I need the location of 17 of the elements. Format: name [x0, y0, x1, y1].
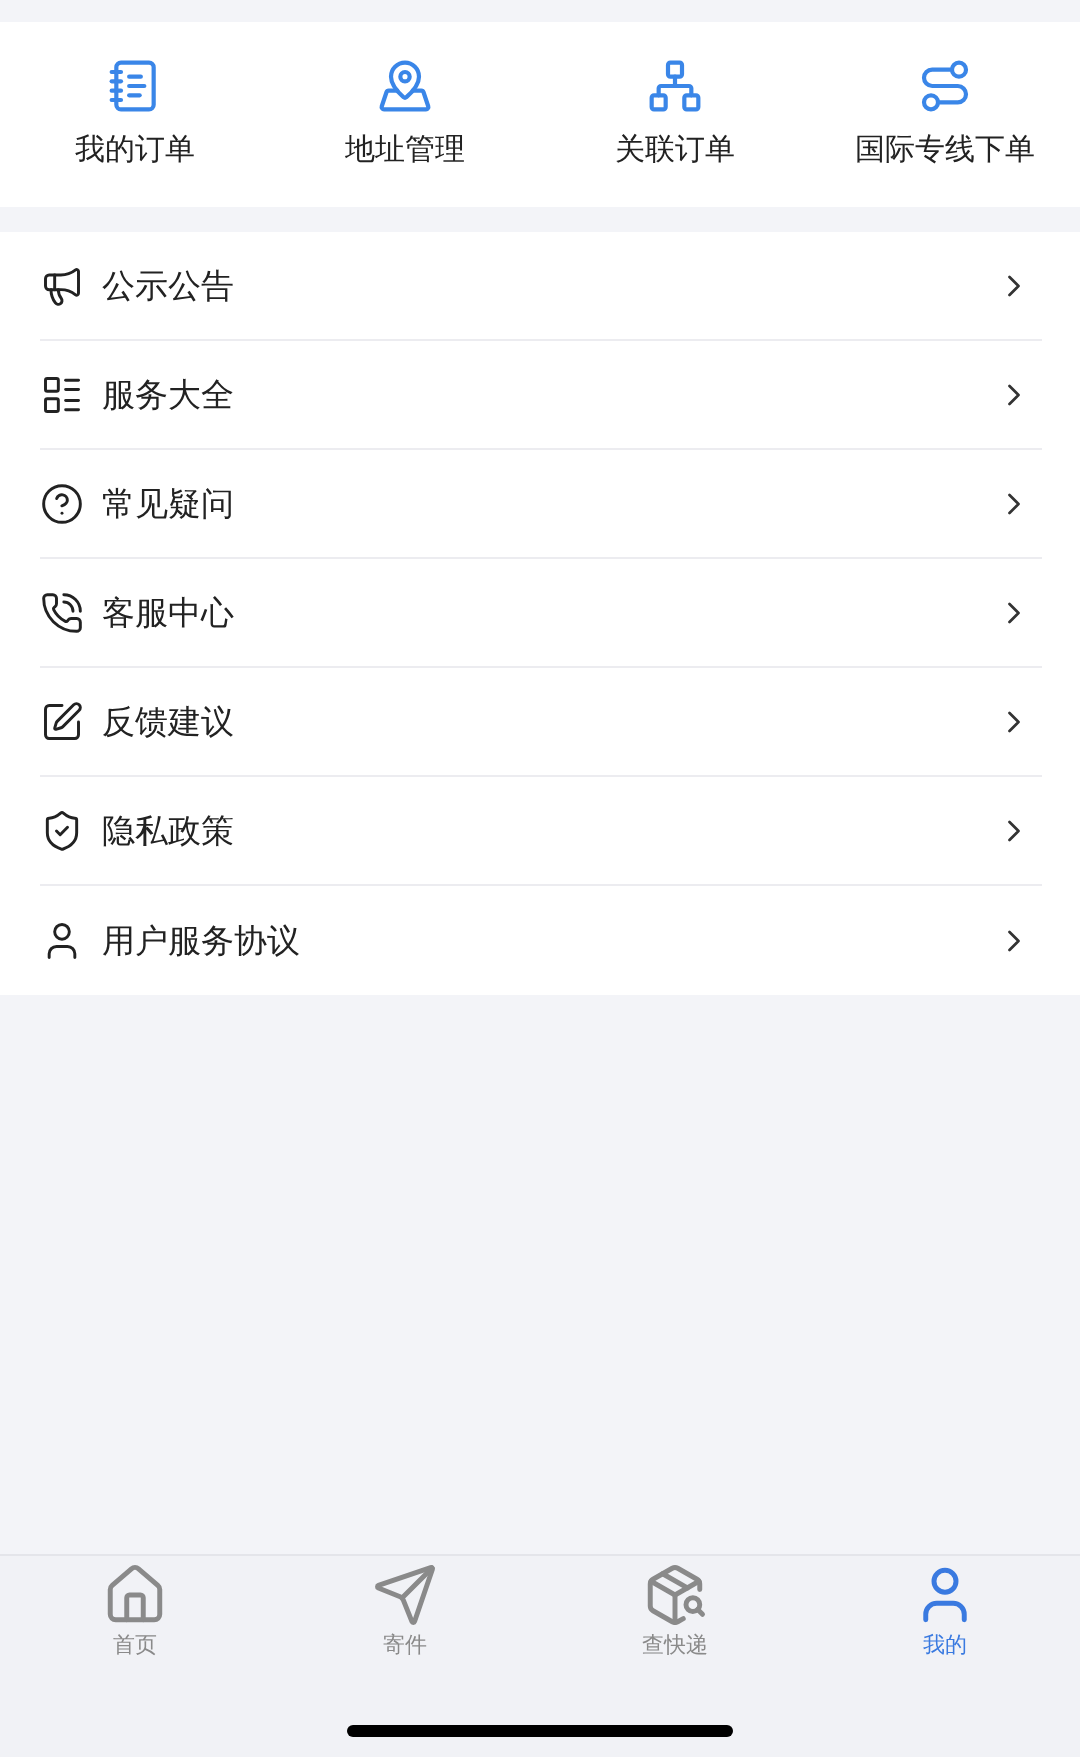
menu-item[interactable]: 常见疑问: [40, 450, 996, 557]
menu-item[interactable]: 用户服务协议: [40, 886, 996, 995]
menu-item[interactable]: 服务大全: [40, 341, 996, 448]
paper-plane-icon: [372, 1562, 438, 1628]
quick-action[interactable]: 地址管理: [270, 58, 540, 171]
menu-item[interactable]: 隐私政策: [40, 777, 996, 884]
map-pin-icon: [377, 58, 433, 114]
network-icon: [647, 58, 703, 114]
help-icon: [40, 481, 84, 526]
menu-item[interactable]: 反馈建议: [40, 668, 996, 775]
phone-icon: [40, 590, 84, 635]
quick-action[interactable]: 国际专线下单: [810, 58, 1080, 171]
menu-item[interactable]: 公示公告: [40, 232, 996, 339]
quick-action[interactable]: 我的订单: [0, 58, 270, 171]
tab[interactable]: 我的: [810, 1562, 1080, 1661]
quick-action[interactable]: 关联订单: [540, 58, 810, 171]
menu-item[interactable]: 客服中心: [40, 559, 996, 666]
